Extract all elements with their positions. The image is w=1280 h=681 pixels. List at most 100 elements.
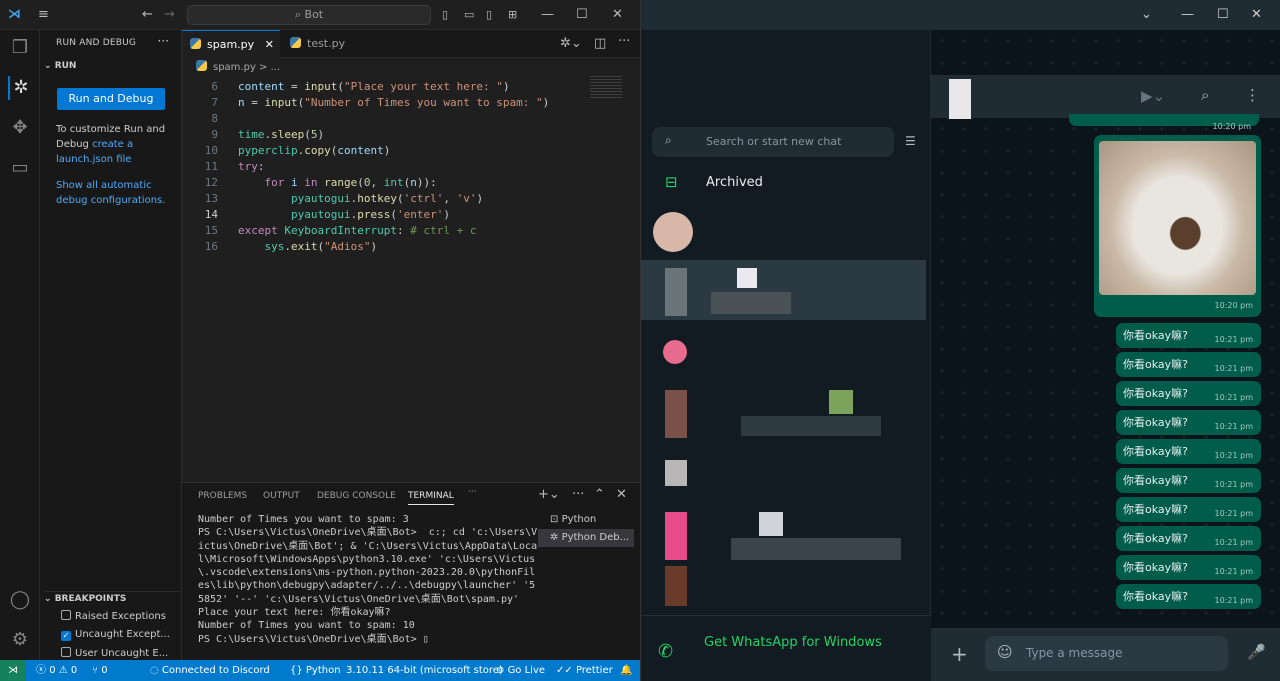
- ports-status[interactable]: ⑂ 0: [92, 660, 108, 681]
- tab-label: spam.py: [207, 38, 255, 51]
- split-editor-icon[interactable]: ◫: [594, 36, 606, 52]
- minimap[interactable]: [590, 76, 622, 98]
- discord-status[interactable]: ◌ Connected to Discord: [150, 660, 270, 681]
- close-panel-icon[interactable]: ✕: [616, 487, 627, 503]
- close-window-icon[interactable]: ✕: [1251, 7, 1262, 23]
- message-time: 10:21 pm: [1214, 451, 1253, 460]
- menu-dots-icon[interactable]: ⋮: [1245, 86, 1260, 104]
- run-and-debug-button[interactable]: Run and Debug: [57, 88, 165, 110]
- problems-status[interactable]: ⓧ 0 ⚠ 0: [36, 660, 77, 681]
- message-bubble[interactable]: 你看okay嘛? 10:21 pm: [1116, 555, 1261, 580]
- chevron-down-icon[interactable]: ⌄: [1141, 7, 1152, 23]
- filter-icon[interactable]: ☰: [905, 134, 916, 148]
- new-terminal-icon[interactable]: +⌄: [538, 487, 560, 503]
- menu-icon[interactable]: ≡: [38, 7, 49, 23]
- remote-icon[interactable]: ⋊: [0, 660, 26, 681]
- message-bubble[interactable]: 你看okay嘛? 10:21 pm: [1116, 584, 1261, 609]
- message-bubble[interactable]: 你看okay嘛? 10:21 pm: [1116, 497, 1261, 522]
- breakpoints-header[interactable]: ⌄ BREAKPOINTS: [44, 591, 182, 604]
- search-icon[interactable]: ⌕: [1201, 86, 1209, 104]
- maximize-icon[interactable]: ☐: [576, 7, 588, 23]
- checkbox-checked[interactable]: ✓: [61, 631, 71, 641]
- message-bubble[interactable]: 你看okay嘛? 10:21 pm: [1116, 323, 1261, 348]
- tab-spam-py[interactable]: spam.py ✕: [182, 30, 280, 58]
- command-center-search[interactable]: ⌕ Bot: [187, 5, 431, 25]
- terminal-more-icon[interactable]: ···: [572, 487, 584, 503]
- vscode-window: ⋊ ≡ ← → ⌕ Bot ▯ ▭ ▯ ⊞ — ☐ ✕ ❐ ✲ ✥ ▭ ◯ ⚙ …: [0, 0, 640, 681]
- chat-item[interactable]: [641, 440, 926, 500]
- minimize-icon[interactable]: —: [1181, 7, 1194, 23]
- toggle-panel-icon[interactable]: ▭: [464, 7, 474, 23]
- forward-arrow-icon[interactable]: →: [164, 7, 175, 23]
- tab-test-py[interactable]: test.py: [282, 30, 378, 58]
- tab-terminal[interactable]: TERMINAL: [408, 491, 454, 505]
- chat-item[interactable]: [641, 380, 926, 440]
- account-icon[interactable]: ◯: [8, 588, 32, 612]
- close-tab-icon[interactable]: ✕: [265, 31, 274, 59]
- microphone-icon[interactable]: 🎤: [1247, 643, 1266, 661]
- message-input[interactable]: Type a message: [985, 636, 1228, 671]
- interpreter-selector[interactable]: 3.10.11 64-bit (microsoft store): [346, 660, 503, 681]
- debug-run-icon[interactable]: ✲⌄: [560, 36, 582, 52]
- chat-item-selected[interactable]: [641, 260, 926, 320]
- get-whatsapp-link[interactable]: Get WhatsApp for Windows: [704, 635, 882, 650]
- breakpoint-uncaught-exceptions[interactable]: ✓ Uncaught Except...: [61, 629, 170, 641]
- notifications-bell-icon[interactable]: 🔔: [620, 660, 632, 681]
- language-mode[interactable]: {} Python: [290, 660, 341, 681]
- video-call-icon[interactable]: ▶⌄: [1141, 87, 1165, 105]
- message-bubble[interactable]: 你看okay嘛? 10:21 pm: [1116, 468, 1261, 493]
- go-live-button[interactable]: ⊚ Go Live: [496, 660, 545, 681]
- image-message[interactable]: [1094, 135, 1261, 317]
- code-editor[interactable]: 6 7 8 9 10 11 12 13 14 15 16 content = i…: [182, 76, 582, 482]
- minimize-icon[interactable]: —: [541, 7, 554, 23]
- terminal-python-debug[interactable]: ✲ Python Deb...: [538, 529, 634, 547]
- attach-plus-icon[interactable]: +: [951, 642, 968, 666]
- chat-item[interactable]: [641, 200, 926, 260]
- message-bubble[interactable]: 你看okay嘛? 10:21 pm: [1116, 526, 1261, 551]
- toggle-sidebar-icon[interactable]: ▯: [442, 7, 448, 23]
- wa-title-bar: ⌄ — ☐ ✕: [641, 0, 1280, 30]
- emoji-icon[interactable]: ☺: [997, 643, 1013, 661]
- breakpoint-user-uncaught[interactable]: User Uncaught E...: [61, 647, 168, 659]
- layout-icon[interactable]: ⊞: [508, 7, 517, 23]
- extensions-icon[interactable]: ✥: [8, 116, 32, 140]
- settings-gear-icon[interactable]: ⚙: [8, 628, 32, 652]
- editor-more-icon[interactable]: ···: [618, 34, 630, 50]
- tab-debug-console[interactable]: DEBUG CONSOLE: [317, 491, 396, 501]
- remote-explorer-icon[interactable]: ▭: [8, 156, 32, 180]
- message-bubble[interactable]: 你看okay嘛? 10:21 pm: [1116, 410, 1261, 435]
- checkbox[interactable]: [61, 610, 71, 620]
- maximize-panel-icon[interactable]: ⌃: [594, 487, 605, 503]
- maximize-icon[interactable]: ☐: [1217, 7, 1229, 23]
- terminal-python[interactable]: ⊡ Python: [538, 511, 634, 529]
- message-bubble[interactable]: 你看okay嘛? 10:21 pm: [1116, 352, 1261, 377]
- explorer-icon[interactable]: ❐: [8, 36, 32, 60]
- archived-chats[interactable]: Archived: [706, 175, 763, 190]
- toggle-secondary-sidebar-icon[interactable]: ▯: [486, 7, 492, 23]
- message-bubble[interactable]: 你看okay嘛? 10:21 pm: [1116, 381, 1261, 406]
- chat-search-input[interactable]: Search or start new chat: [652, 127, 894, 157]
- tab-output[interactable]: OUTPUT: [263, 491, 300, 501]
- more-actions-icon[interactable]: ···: [158, 34, 169, 48]
- dog-photo[interactable]: [1099, 141, 1256, 295]
- tab-problems[interactable]: PROBLEMS: [198, 491, 247, 501]
- search-icon: ⌕: [665, 133, 672, 147]
- chat-item[interactable]: [641, 320, 926, 380]
- breakpoint-raised-exceptions[interactable]: Raised Exceptions: [61, 610, 166, 622]
- run-section-header[interactable]: ⌄ RUN: [44, 61, 76, 71]
- message-bubble[interactable]: 你看okay嘛? 10:21 pm: [1116, 439, 1261, 464]
- panel-more-icon[interactable]: ···: [468, 487, 477, 497]
- message-time: 10:21 pm: [1214, 422, 1253, 431]
- close-window-icon[interactable]: ✕: [612, 7, 623, 23]
- back-arrow-icon[interactable]: ←: [142, 7, 153, 23]
- contact-avatar[interactable]: [949, 79, 971, 119]
- show-debug-configs-link[interactable]: Show all automatic debug configurations.: [56, 178, 174, 208]
- terminal-output[interactable]: Number of Times you want to spam: 3 PS C…: [198, 513, 538, 646]
- message-text: 你看okay嘛?: [1123, 387, 1188, 400]
- chat-item[interactable]: [641, 510, 926, 570]
- breadcrumb[interactable]: spam.py > ...: [196, 60, 280, 73]
- chat-list-panel: Search or start new chat ⌕ ☰ ⊟ Archived: [641, 30, 931, 681]
- prettier-status[interactable]: ✓✓ Prettier: [556, 660, 613, 681]
- run-debug-icon[interactable]: ✲: [8, 76, 32, 100]
- checkbox[interactable]: [61, 647, 71, 657]
